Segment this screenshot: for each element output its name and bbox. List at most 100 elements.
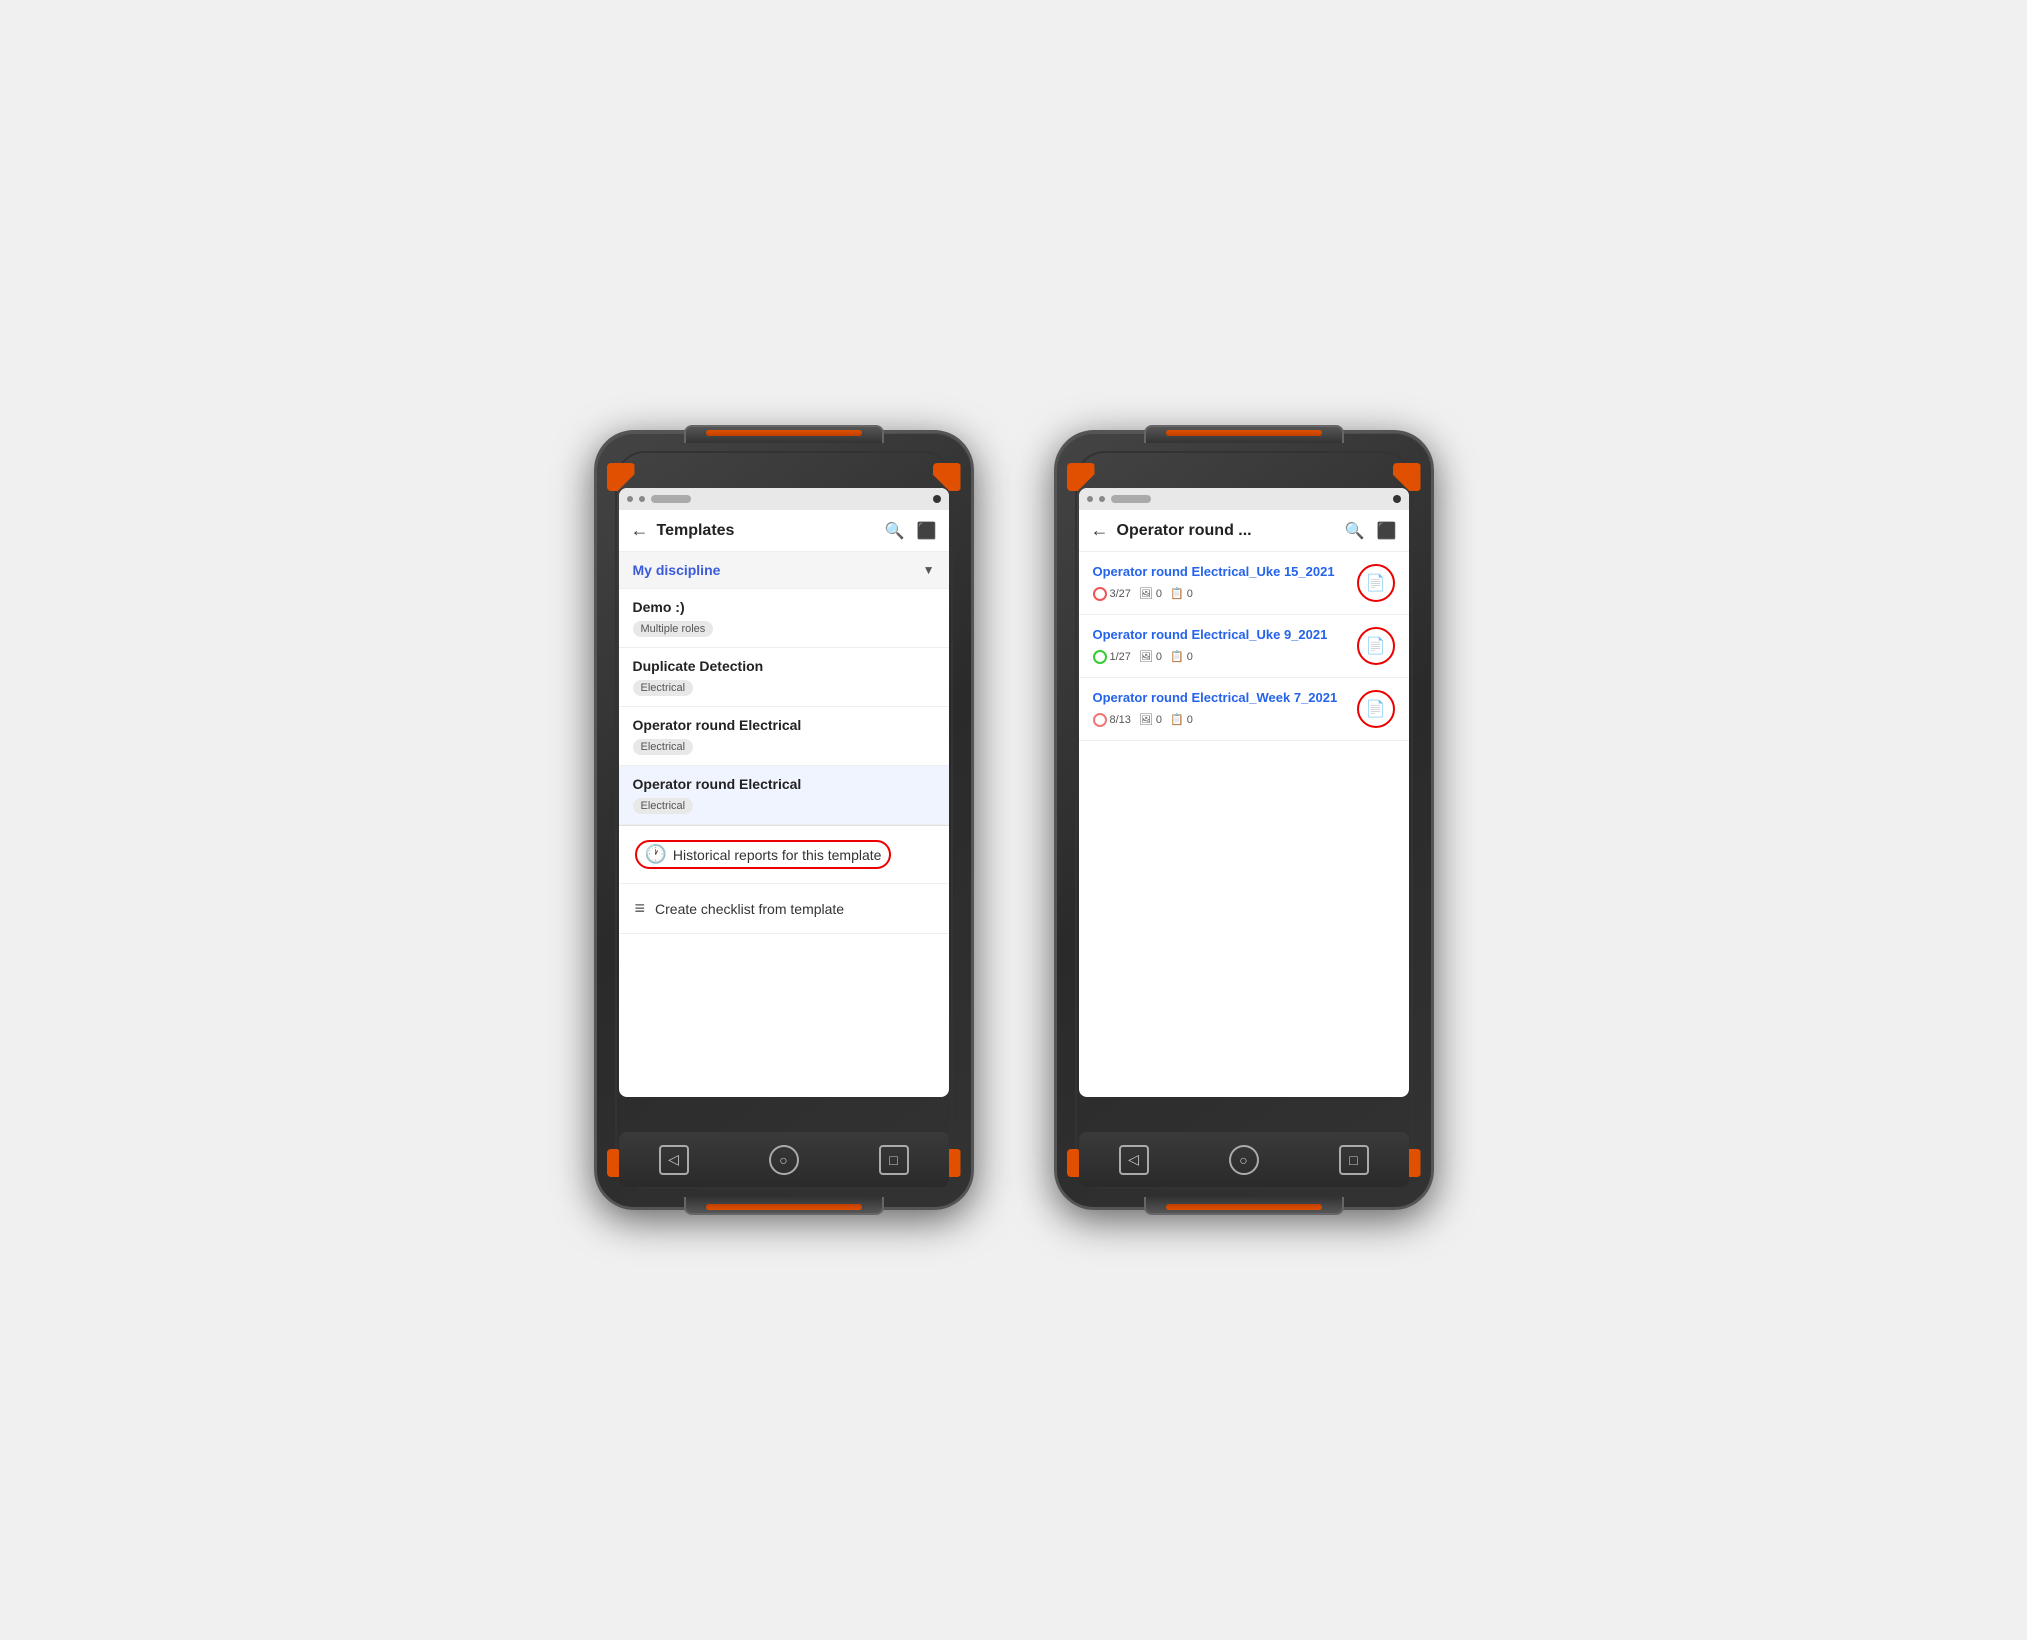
history-icon: 🕐 (645, 844, 667, 865)
camera-dot (1393, 495, 1401, 503)
image-stat: 🖼 0 (1139, 713, 1162, 726)
app-header: ← Operator round ... 🔍 ⬛ (1079, 510, 1409, 552)
status-pill (651, 495, 691, 503)
progress-circle-icon (1093, 587, 1107, 601)
report-item[interactable]: Operator round Electrical_Uke 9_2021 1/2… (1079, 615, 1409, 678)
status-pill (1111, 495, 1151, 503)
nav-bar: ◁ ○ □ (619, 1132, 949, 1187)
list-item-selected[interactable]: Operator round Electrical Electrical (619, 766, 949, 825)
progress-stat: 8/13 (1093, 713, 1131, 727)
create-checklist-label: Create checklist from template (655, 901, 844, 917)
doc-icon: 📋 (1170, 713, 1184, 726)
corner-tr (1393, 463, 1421, 491)
create-checklist-button[interactable]: ≡ Create checklist from template (619, 884, 949, 934)
image-stat: 🖼 0 (1139, 650, 1162, 663)
status-bar (619, 488, 949, 510)
item-tag: Electrical (633, 739, 694, 755)
search-icon[interactable]: 🔍 (885, 521, 905, 541)
report-content: Operator round Electrical_Uke 9_2021 1/2… (1093, 627, 1349, 664)
report-item[interactable]: Operator round Electrical_Week 7_2021 8/… (1079, 678, 1409, 741)
image-count: 0 (1156, 588, 1162, 600)
scan-icon[interactable]: ⬛ (1377, 521, 1397, 541)
status-dot (639, 496, 645, 502)
image-icon: 🖼 (1139, 650, 1153, 663)
status-dot (1087, 496, 1093, 502)
nav-square-button[interactable]: □ (879, 1145, 909, 1175)
nav-bar: ◁ ○ □ (1079, 1132, 1409, 1187)
doc-stat: 📋 0 (1170, 587, 1193, 600)
page-title: Templates (657, 522, 873, 540)
progress-value: 1/27 (1110, 651, 1131, 663)
open-report-button[interactable]: 📄 (1357, 690, 1395, 728)
status-bar (1079, 488, 1409, 510)
doc-stat: 📋 0 (1170, 650, 1193, 663)
report-content: Operator round Electrical_Week 7_2021 8/… (1093, 690, 1349, 727)
report-title: Operator round Electrical_Uke 9_2021 (1093, 627, 1349, 644)
bottom-bumper (684, 1197, 884, 1215)
discipline-filter[interactable]: My discipline ▼ (619, 552, 949, 589)
nav-home-button[interactable]: ○ (769, 1145, 799, 1175)
scan-icon[interactable]: ⬛ (917, 521, 937, 541)
discipline-label: My discipline (633, 562, 923, 578)
bottom-bumper (1144, 1197, 1344, 1215)
nav-home-button[interactable]: ○ (1229, 1145, 1259, 1175)
checklist-icon: ≡ (635, 898, 646, 919)
left-phone: ← Templates 🔍 ⬛ My discipline ▼ Demo :) … (594, 430, 974, 1210)
report-title: Operator round Electrical_Week 7_2021 (1093, 690, 1349, 707)
camera-dot (933, 495, 941, 503)
corner-tr (933, 463, 961, 491)
doc-icon: 📋 (1170, 650, 1184, 663)
open-report-button[interactable]: 📄 (1357, 564, 1395, 602)
image-count: 0 (1156, 714, 1162, 726)
item-tag: Multiple roles (633, 621, 714, 637)
historical-reports-label: Historical reports for this template (673, 847, 882, 863)
right-phone: ← Operator round ... 🔍 ⬛ Operator round … (1054, 430, 1434, 1210)
page-title: Operator round ... (1117, 522, 1333, 540)
image-stat: 🖼 0 (1139, 587, 1162, 600)
item-title: Operator round Electrical (633, 717, 935, 733)
image-icon: 🖼 (1139, 587, 1153, 600)
progress-stat: 3/27 (1093, 587, 1131, 601)
top-bumper (1144, 425, 1344, 443)
item-tag: Electrical (633, 680, 694, 696)
chevron-down-icon: ▼ (923, 563, 935, 577)
progress-value: 8/13 (1110, 714, 1131, 726)
list-item[interactable]: Demo :) Multiple roles (619, 589, 949, 648)
image-count: 0 (1156, 651, 1162, 663)
image-icon: 🖼 (1139, 713, 1153, 726)
search-icon[interactable]: 🔍 (1345, 521, 1365, 541)
doc-icon: 📋 (1170, 587, 1184, 600)
doc-stat: 📋 0 (1170, 713, 1193, 726)
progress-stat: 1/27 (1093, 650, 1131, 664)
back-button[interactable]: ← (631, 520, 649, 541)
corner-tl (1067, 463, 1095, 491)
status-dot (1099, 496, 1105, 502)
report-content: Operator round Electrical_Uke 15_2021 3/… (1093, 564, 1349, 601)
list-item[interactable]: Operator round Electrical Electrical (619, 707, 949, 766)
doc-count: 0 (1187, 588, 1193, 600)
progress-circle-icon (1093, 650, 1107, 664)
historical-reports-button[interactable]: 🕐 Historical reports for this template (619, 826, 949, 884)
action-section: 🕐 Historical reports for this template ≡… (619, 825, 949, 934)
item-title: Operator round Electrical (633, 776, 935, 792)
report-stats: 3/27 🖼 0 📋 0 (1093, 587, 1349, 601)
back-button[interactable]: ← (1091, 520, 1109, 541)
progress-value: 3/27 (1110, 588, 1131, 600)
corner-tl (607, 463, 635, 491)
report-item[interactable]: Operator round Electrical_Uke 15_2021 3/… (1079, 552, 1409, 615)
open-report-button[interactable]: 📄 (1357, 627, 1395, 665)
app-header: ← Templates 🔍 ⬛ (619, 510, 949, 552)
app-content: My discipline ▼ Demo :) Multiple roles D… (619, 552, 949, 1097)
top-bumper (684, 425, 884, 443)
nav-back-button[interactable]: ◁ (659, 1145, 689, 1175)
progress-circle-icon (1093, 713, 1107, 727)
report-title: Operator round Electrical_Uke 15_2021 (1093, 564, 1349, 581)
report-stats: 8/13 🖼 0 📋 0 (1093, 713, 1349, 727)
item-title: Demo :) (633, 599, 935, 615)
item-tag: Electrical (633, 798, 694, 814)
doc-count: 0 (1187, 651, 1193, 663)
status-dot (627, 496, 633, 502)
list-item[interactable]: Duplicate Detection Electrical (619, 648, 949, 707)
nav-back-button[interactable]: ◁ (1119, 1145, 1149, 1175)
nav-square-button[interactable]: □ (1339, 1145, 1369, 1175)
